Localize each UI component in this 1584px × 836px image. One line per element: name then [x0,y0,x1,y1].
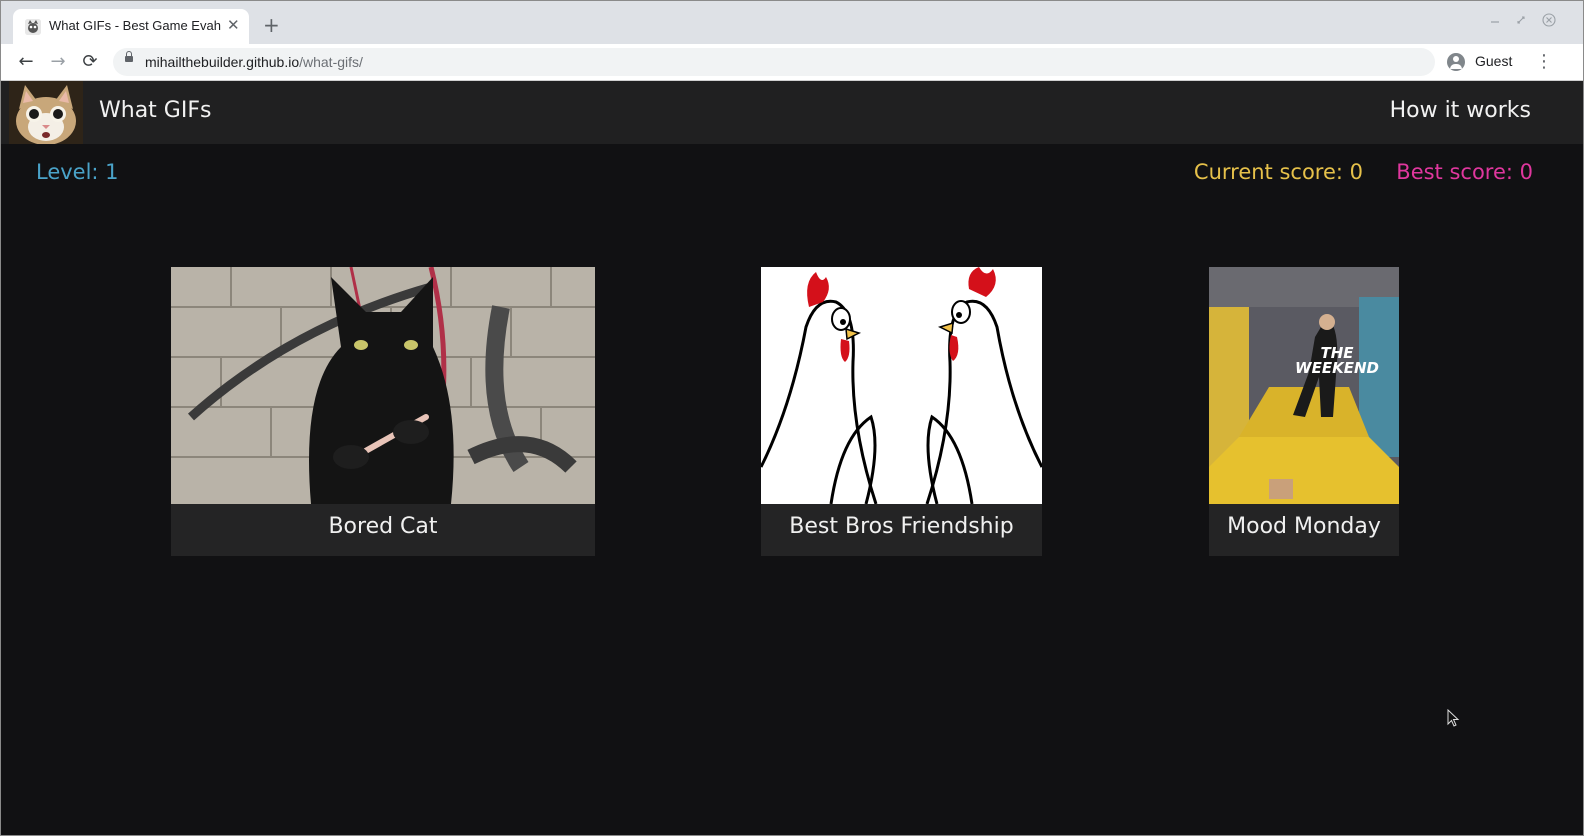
current-score: Current score: 0 [1193,160,1363,184]
how-it-works-link[interactable]: How it works [1390,98,1531,123]
new-tab-button[interactable]: + [263,15,280,35]
address-bar[interactable]: mihailthebuilder.github.io/what-gifs/ [113,48,1435,76]
url-path: /what-gifs/ [299,54,363,70]
site-header: What GIFs How it works [1,81,1583,144]
minimize-icon[interactable] [1487,13,1503,29]
browser-window: What GIFs - Best Game Evah ✕ + ← → ⟳ mih… [0,0,1584,836]
lock-icon [125,51,133,62]
back-button[interactable]: ← [15,51,37,73]
card-label: Mood Monday [1227,514,1381,539]
mouse-cursor-icon [1447,708,1461,733]
tab-close-icon[interactable]: ✕ [227,17,240,33]
browser-toolbar: ← → ⟳ mihailthebuilder.github.io/what-gi… [1,44,1583,81]
tab-title: What GIFs - Best Game Evah [49,18,221,33]
card-label: Best Bros Friendship [789,514,1014,539]
card-label: Bored Cat [328,514,438,539]
tab-strip: What GIFs - Best Game Evah ✕ + [1,1,1583,44]
gif-card-best-bros-friendship[interactable]: Best Bros Friendship [761,267,1042,556]
site-title[interactable]: What GIFs [99,98,211,123]
reload-button[interactable]: ⟳ [79,51,101,73]
surprised-cat-logo-icon [9,81,83,144]
avatar-icon [1447,53,1465,71]
the-weekend-gif-icon: THE WEEKEND [1209,267,1399,504]
profile-label: Guest [1475,53,1513,69]
cat-favicon-icon [25,19,41,35]
forward-button[interactable]: → [47,51,69,73]
browser-menu-icon[interactable]: ⋮ [1535,51,1553,73]
profile-button[interactable]: Guest [1441,48,1523,76]
black-cat-nail-file-gif-icon [171,267,595,504]
close-window-icon[interactable] [1541,13,1557,29]
best-score: Best score: 0 [1396,160,1533,184]
level-indicator: Level: 1 [36,160,119,184]
gif-card-bored-cat[interactable]: Bored Cat [171,267,595,556]
page-content: What GIFs How it works Level: 1 Current … [1,81,1583,835]
maximize-icon[interactable] [1513,13,1529,29]
url-host: mihailthebuilder.github.io [145,54,300,70]
browser-tab[interactable]: What GIFs - Best Game Evah ✕ [13,9,249,44]
url-text: mihailthebuilder.github.io/what-gifs/ [145,54,363,70]
gif-overlay-line2: WEEKEND [1295,359,1379,377]
gif-card-mood-monday[interactable]: THE WEEKEND Mood Monday [1209,267,1399,556]
two-chickens-gif-icon [761,267,1042,504]
